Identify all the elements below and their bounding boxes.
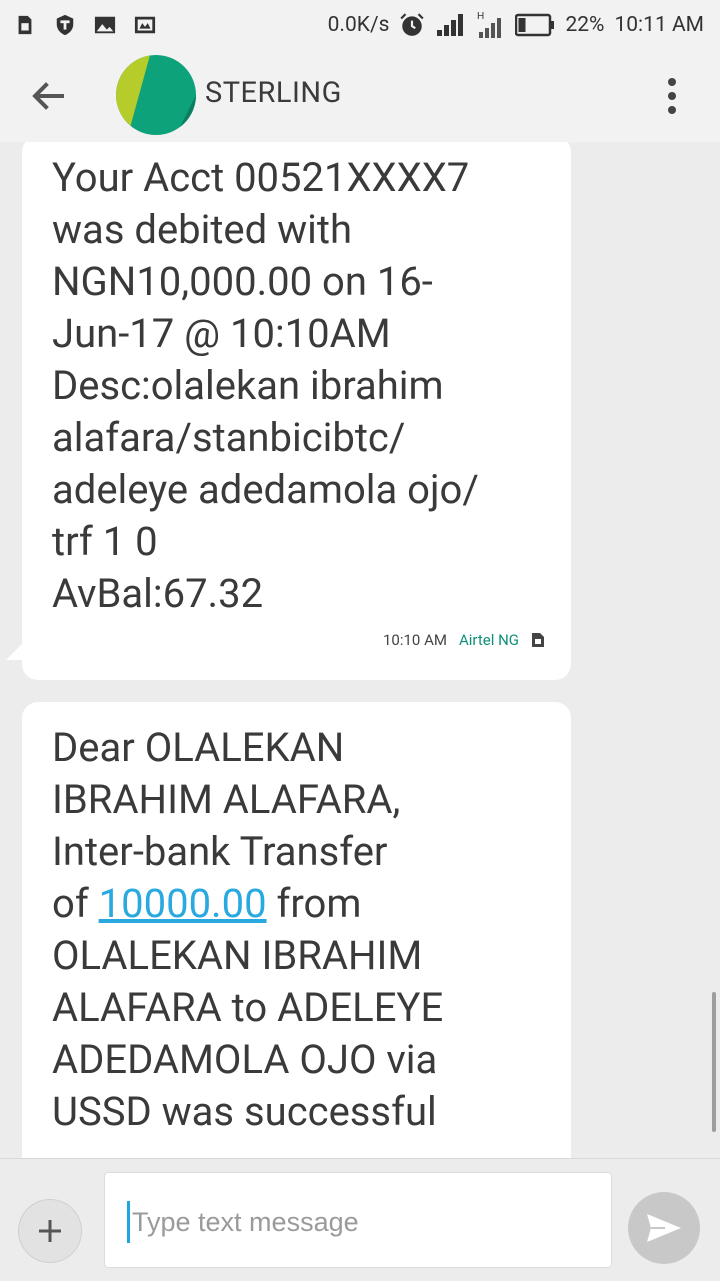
- message-line: OLALEKAN IBRAHIM: [52, 932, 423, 979]
- message-input[interactable]: [127, 1201, 594, 1243]
- message-line: IBRAHIM ALAFARA,: [52, 776, 401, 823]
- signal-icon: [437, 14, 464, 36]
- sim-icon: [18, 15, 32, 35]
- message-line: trf 1 0: [52, 518, 158, 565]
- message-line: of 10000.00 from: [52, 878, 541, 930]
- battery-icon: [515, 13, 555, 37]
- contact-avatar[interactable]: [116, 55, 196, 135]
- status-bar: 0.0K/s H 22% 10:11 AM: [0, 0, 720, 50]
- svg-text:H: H: [477, 11, 484, 22]
- message-line: NGN10,000.00 on 16-: [52, 258, 433, 305]
- message-line: ALAFARA to ADELEYE: [52, 984, 444, 1031]
- message-meta: 10:10 AM Airtel NG: [383, 614, 545, 666]
- clock: 10:11 AM: [614, 13, 704, 37]
- message-line: Jun-17 @ 10:10AM: [52, 310, 391, 357]
- sim-card-icon: [532, 633, 544, 647]
- more-vertical-icon[interactable]: [660, 76, 684, 116]
- signal-h-icon: H: [477, 11, 502, 38]
- message-line: USSD was successful: [52, 1088, 437, 1135]
- message-list[interactable]: Your Acct 00521XXXX7 was debited with NG…: [0, 142, 720, 1158]
- amount-link[interactable]: 10000.00: [99, 880, 267, 927]
- message-text: of: [52, 880, 99, 927]
- message-line: Desc:olalekan ibrahim: [52, 362, 444, 409]
- send-button[interactable]: [628, 1192, 700, 1264]
- arrow-back-icon[interactable]: [24, 72, 72, 120]
- message-text: from: [266, 880, 362, 927]
- message-time: 10:10 AM: [383, 631, 447, 649]
- battery-percent: 22%: [565, 13, 605, 37]
- attach-button[interactable]: [18, 1199, 82, 1263]
- message-line: adeleye adedamola ojo/: [52, 466, 479, 513]
- message-line: Inter-bank Transfer: [52, 828, 388, 875]
- message-line: was debited with: [52, 206, 353, 253]
- message-line: ADEDAMOLA OJO via: [52, 1036, 438, 1083]
- compose-bar: [0, 1158, 720, 1281]
- scrollbar[interactable]: [712, 992, 716, 1132]
- image-icon: [94, 16, 116, 34]
- plus-icon: [39, 1220, 61, 1242]
- send-icon: [647, 1214, 681, 1242]
- app-toolbar: STERLING: [0, 50, 720, 142]
- sim-carrier: Airtel NG: [458, 631, 519, 649]
- alarm-icon: [400, 13, 425, 36]
- conversation-title: STERLING: [205, 76, 342, 110]
- net-speed: 0.0K/s: [327, 13, 390, 37]
- message-line: AvBal:67.32: [52, 570, 264, 617]
- message-icon: [134, 16, 156, 34]
- shield-icon: [56, 14, 74, 36]
- message-line: Your Acct 00521XXXX7: [52, 154, 470, 201]
- message-input-box[interactable]: [104, 1172, 612, 1268]
- message-line: alafara/stanbicibtc/: [52, 414, 406, 461]
- message-bubble[interactable]: Your Acct 00521XXXX7 was debited with NG…: [22, 142, 571, 680]
- message-line: Dear OLALEKAN: [52, 724, 345, 771]
- message-bubble[interactable]: Dear OLALEKAN IBRAHIM ALAFARA, Inter-ban…: [22, 702, 571, 1158]
